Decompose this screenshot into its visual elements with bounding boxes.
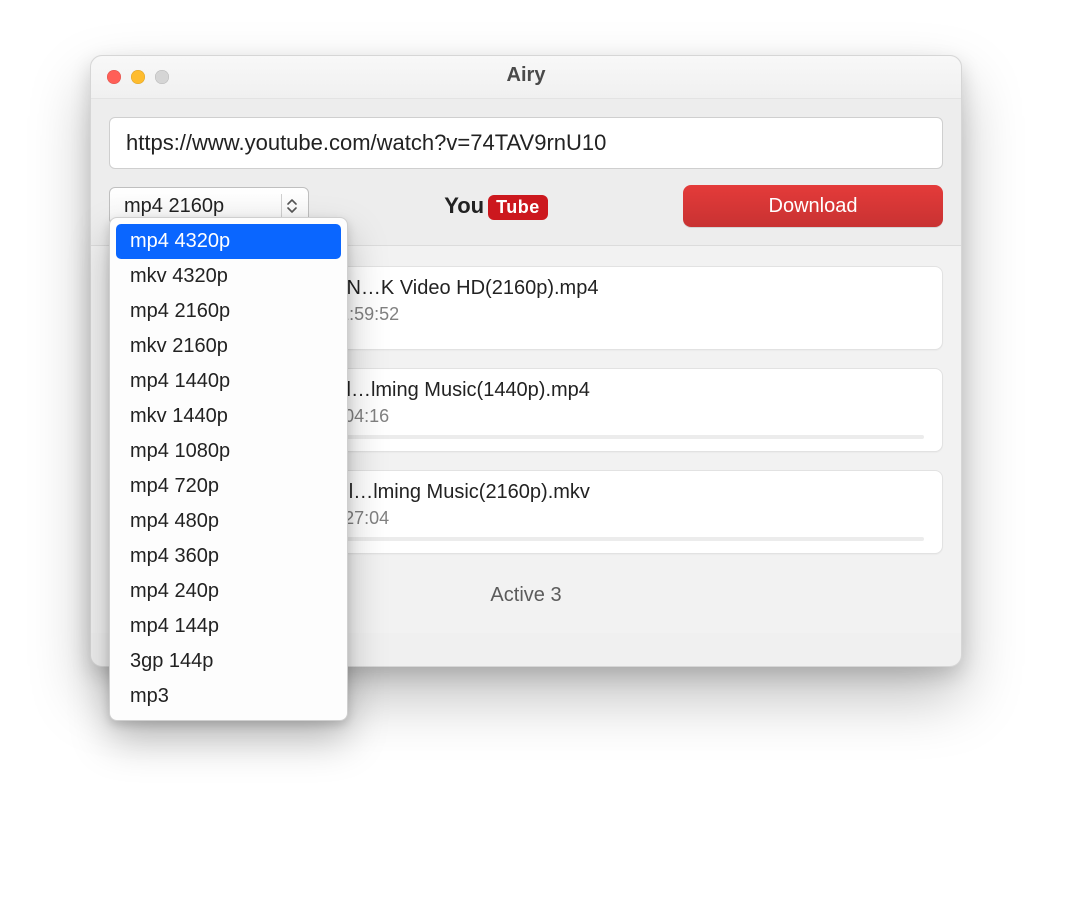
url-input[interactable] xyxy=(109,117,943,169)
titlebar: Airy xyxy=(91,56,961,99)
format-option[interactable]: mkv 1440p xyxy=(116,399,341,434)
format-dropdown[interactable]: mp4 4320pmkv 4320pmp4 2160pmkv 2160pmp4 … xyxy=(109,217,348,721)
format-option[interactable]: mp4 2160p xyxy=(116,294,341,329)
format-select-value: mp4 2160p xyxy=(124,195,224,218)
youtube-logo-you: You xyxy=(444,193,484,219)
window-title: Airy xyxy=(91,64,961,87)
download-button[interactable]: Download xyxy=(683,185,943,227)
youtube-logo-tube: Tube xyxy=(488,195,548,220)
format-option[interactable]: mp4 360p xyxy=(116,539,341,574)
format-option[interactable]: mp4 1440p xyxy=(116,364,341,399)
format-option[interactable]: mp4 144p xyxy=(116,609,341,644)
format-option[interactable]: mp4 480p xyxy=(116,504,341,539)
stepper-arrows-icon xyxy=(281,194,302,218)
format-option[interactable]: mp4 1080p xyxy=(116,434,341,469)
format-option[interactable]: mkv 2160p xyxy=(116,329,341,364)
format-option[interactable]: mp4 720p xyxy=(116,469,341,504)
format-option[interactable]: mp4 4320p xyxy=(116,224,341,259)
format-option[interactable]: 3gp 144p xyxy=(116,644,341,679)
format-option[interactable]: mp4 240p xyxy=(116,574,341,609)
format-option[interactable]: mp3 xyxy=(116,679,341,714)
format-option[interactable]: mkv 4320p xyxy=(116,259,341,294)
youtube-logo: You Tube xyxy=(444,193,548,220)
